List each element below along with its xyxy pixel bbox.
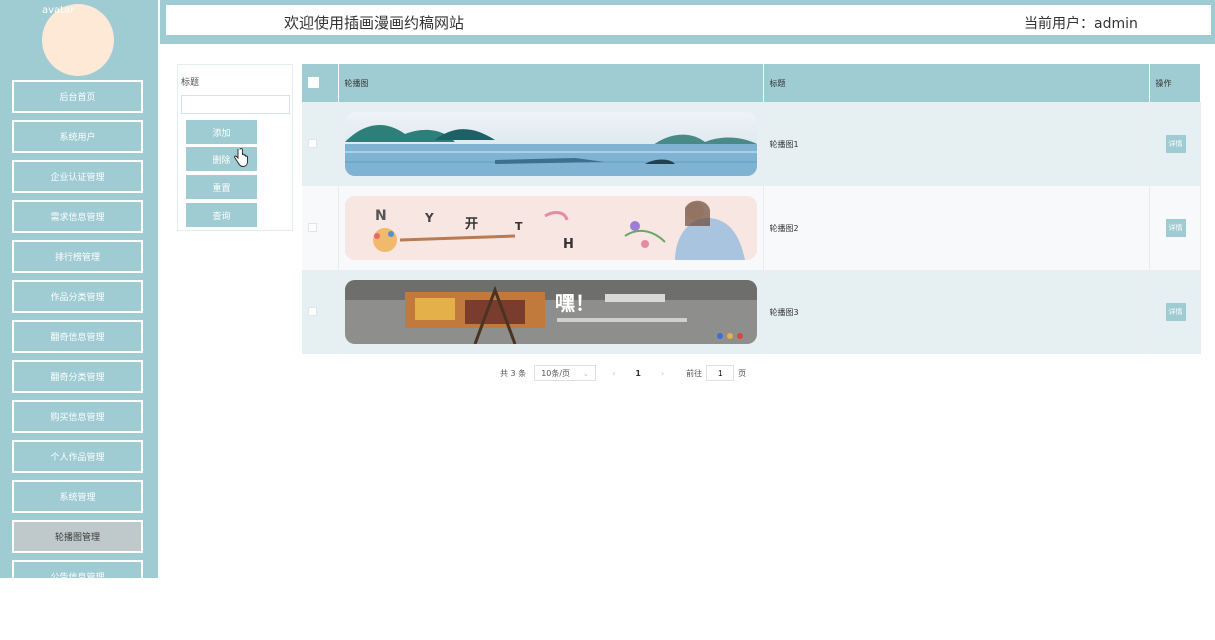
detail-button[interactable]: 详情 (1165, 303, 1186, 321)
select-all-checkbox[interactable] (308, 76, 319, 88)
carousel-table: 轮播图 标题 操作 轮播图1 详情 N Y 开 T H 轮播图2 详情 嘿！ 轮… (302, 64, 1201, 354)
carousel-image-easel[interactable]: 嘿！ (344, 280, 757, 344)
pagination: 共 3 条 10条/页 ⌄ ‹ 1 › 前往 页 (500, 364, 746, 382)
sidebar-item-announcement[interactable]: 公告信息管理 (12, 560, 143, 593)
title-field-label: 标题 (181, 78, 200, 88)
column-header-image: 轮播图 (338, 64, 764, 102)
column-header-action: 操作 (1149, 64, 1201, 102)
svg-text:H: H (563, 237, 574, 252)
detail-button[interactable]: 详情 (1165, 219, 1186, 237)
current-user: 当前用户：admin (1024, 16, 1138, 32)
prev-page-icon[interactable]: ‹ (612, 369, 615, 378)
sidebar-item-resources[interactable]: 资源管理 (12, 600, 143, 633)
carousel-image-cell: N Y 开 T H (338, 186, 764, 270)
page-suffix: 页 (738, 368, 747, 378)
svg-text:开: 开 (465, 217, 478, 232)
svg-text:T: T (515, 220, 523, 233)
svg-text:Y: Y (424, 211, 434, 225)
page-size-value: 10条/页 (541, 368, 571, 378)
sidebar-item-personal-works[interactable]: 个人作品管理 (12, 440, 143, 473)
reset-button[interactable]: 重置 (186, 175, 257, 199)
carousel-image-cell (338, 102, 764, 186)
sidebar-menu: 后台首页 系统用户 企业认证管理 需求信息管理 排行榜管理 作品分类管理 翻奇信… (12, 80, 143, 640)
avatar[interactable]: avatar (42, 4, 114, 76)
chevron-down-icon: ⌄ (582, 368, 590, 378)
site-title: 欢迎使用插画漫画约稿网站 (284, 14, 465, 32)
sidebar-item-fanqi-category[interactable]: 翻奇分类管理 (12, 360, 143, 393)
detail-button[interactable]: 详情 (1165, 135, 1186, 153)
page-size-select[interactable]: 10条/页 ⌄ (534, 365, 597, 381)
goto-label: 前往 (686, 368, 703, 378)
sidebar: avatar 后台首页 系统用户 企业认证管理 需求信息管理 排行榜管理 作品分… (0, 0, 158, 633)
carousel-image-illustration[interactable]: N Y 开 T H (344, 196, 757, 260)
row-checkbox[interactable] (308, 222, 317, 232)
select-all-cell (302, 64, 339, 102)
avatar-broken-image-alt: avatar (42, 5, 75, 16)
sidebar-item-ranking[interactable]: 排行榜管理 (12, 240, 143, 273)
sidebar-item-home[interactable]: 后台首页 (12, 80, 143, 113)
row-title: 轮播图3 (763, 270, 1150, 354)
next-page-icon[interactable]: › (661, 369, 664, 378)
sidebar-item-enterprise-cert[interactable]: 企业认证管理 (12, 160, 143, 193)
sidebar-item-system-mgmt[interactable]: 系统管理 (12, 480, 143, 513)
carousel-image-landscape[interactable] (344, 112, 757, 176)
svg-text:N: N (375, 208, 387, 224)
table-row: 轮播图1 详情 (302, 102, 1201, 186)
carousel-image-cell: 嘿！ (338, 270, 764, 354)
title-search-input[interactable] (181, 95, 290, 114)
banner-text: 嘿！ (555, 291, 595, 315)
table-row: N Y 开 T H 轮播图2 详情 (302, 186, 1201, 270)
page-number-current[interactable]: 1 (635, 369, 641, 378)
sidebar-item-work-category[interactable]: 作品分类管理 (12, 280, 143, 313)
add-button[interactable]: 添加 (186, 120, 257, 144)
sidebar-item-demand-info[interactable]: 需求信息管理 (12, 200, 143, 233)
column-header-title: 标题 (763, 64, 1150, 102)
header: 欢迎使用插画漫画约稿网站 当前用户：admin (164, 3, 1213, 37)
sidebar-item-system-users[interactable]: 系统用户 (12, 120, 143, 153)
row-title: 轮播图2 (763, 186, 1150, 270)
sidebar-item-purchase-info[interactable]: 购买信息管理 (12, 400, 143, 433)
row-checkbox[interactable] (308, 306, 317, 316)
row-title: 轮播图1 (763, 102, 1150, 186)
sidebar-item-carousel[interactable]: 轮播图管理 (12, 520, 143, 553)
hand-cursor-icon (234, 148, 248, 167)
sidebar-item-fanqi-info[interactable]: 翻奇信息管理 (12, 320, 143, 353)
total-count: 共 3 条 (500, 368, 527, 378)
goto-page-input[interactable] (706, 365, 735, 381)
row-checkbox[interactable] (308, 138, 317, 148)
query-button[interactable]: 查询 (186, 203, 257, 227)
table-row: 嘿！ 轮播图3 详情 (302, 270, 1201, 354)
